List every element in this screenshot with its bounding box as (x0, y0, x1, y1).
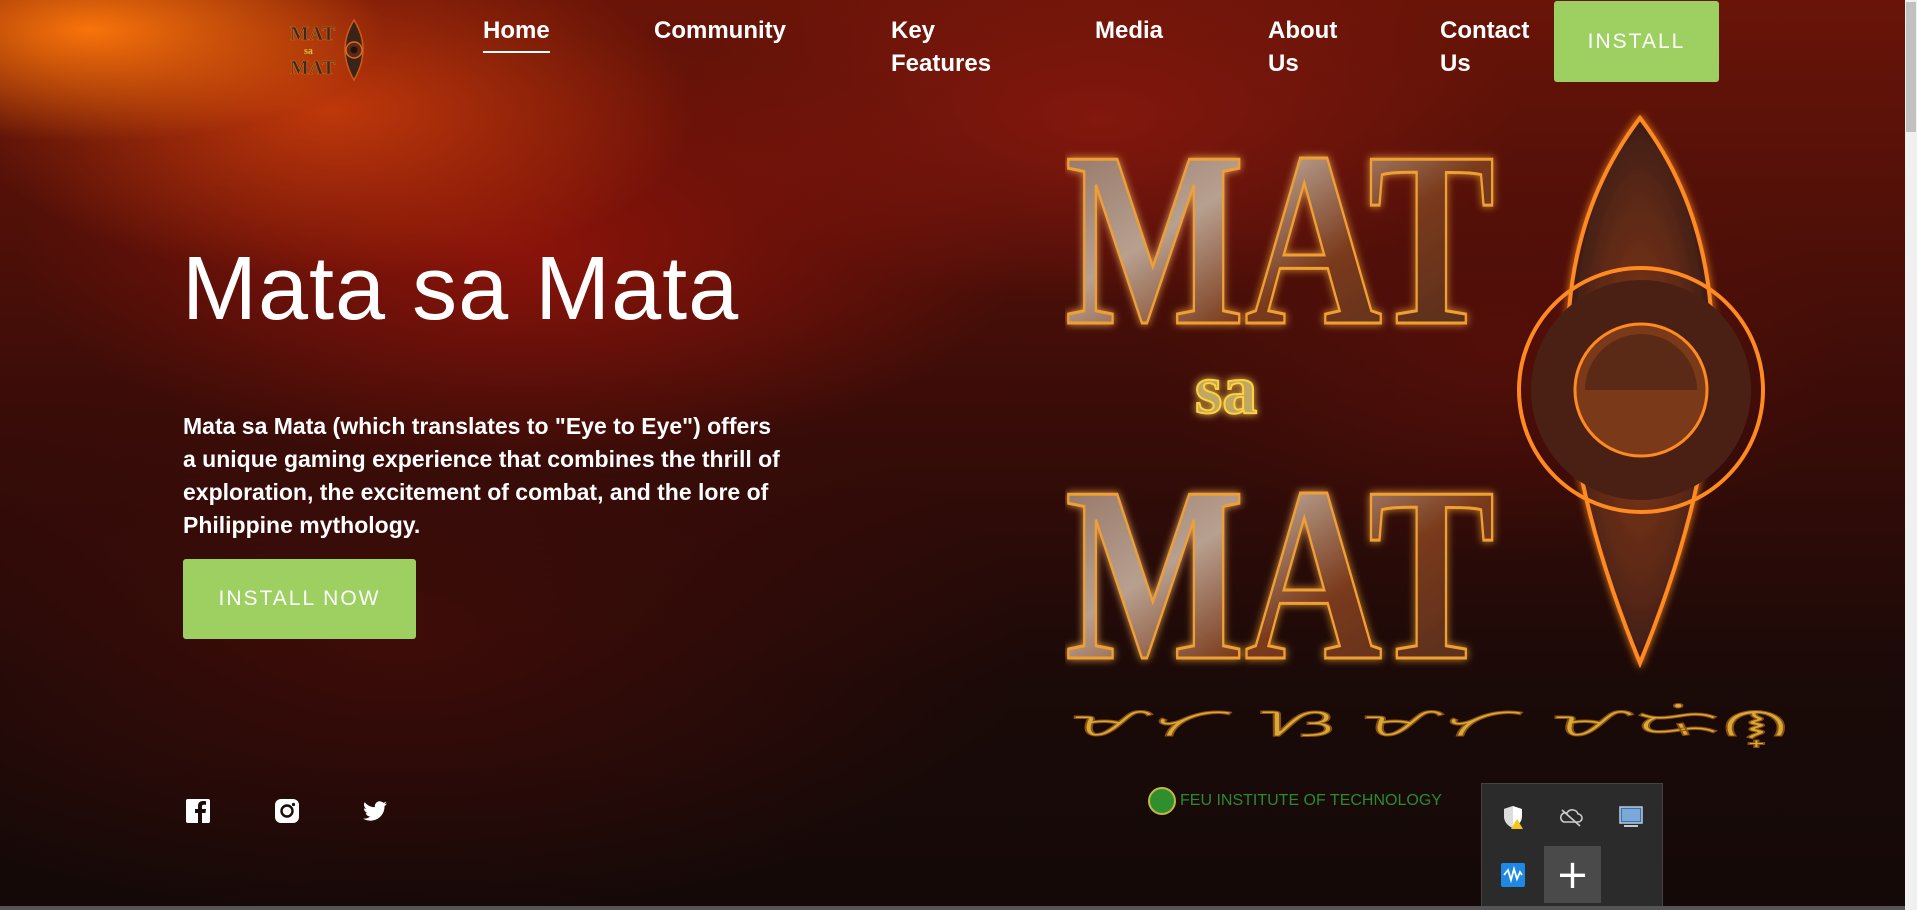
system-tray-overflow: + (1481, 783, 1663, 910)
nav-about-us[interactable]: About Us (1268, 14, 1358, 80)
windows-security-icon[interactable] (1500, 804, 1526, 830)
nav-key-features[interactable]: Key Features (891, 14, 1011, 80)
onedrive-offline-icon[interactable] (1558, 804, 1584, 830)
hero-description: Mata sa Mata (which translates to "Eye t… (183, 413, 780, 538)
svg-text:MAT: MAT (1065, 108, 1495, 378)
nav-home[interactable]: Home (483, 14, 550, 53)
feu-seal-icon (1148, 787, 1176, 815)
twitter-icon[interactable] (362, 798, 388, 824)
bottom-edge (0, 906, 1905, 910)
instagram-icon[interactable] (274, 798, 300, 824)
nav-media[interactable]: Media (1095, 14, 1163, 47)
facebook-icon[interactable] (185, 798, 211, 824)
site-logo[interactable]: MAT sa MAT (288, 14, 372, 84)
add-icon[interactable]: + (1544, 846, 1601, 903)
feu-institute-logo: FEU INSTITUTE OF TECHNOLOGY (1148, 787, 1442, 815)
svg-text:sa: sa (1195, 352, 1257, 429)
display-icon[interactable] (1618, 804, 1644, 830)
hero-title: Mata sa Mata (182, 239, 740, 339)
top-navigation: MAT sa MAT Home Community Key Features M… (0, 0, 1917, 90)
nav-community[interactable]: Community (654, 14, 786, 47)
game-logo: MAT sa MAT ᜋᜆ ᜐ ᜋᜆ ᜋᜍᜒᜈ᜔ (1065, 108, 1791, 748)
svg-text:MAT: MAT (290, 23, 336, 45)
feu-institute-label: FEU INSTITUTE OF TECHNOLOGY (1180, 792, 1442, 809)
audio-meter-icon[interactable] (1500, 862, 1526, 888)
page-scrollbar[interactable] (1905, 0, 1917, 910)
svg-text:ᜋᜆ ᜐ ᜋᜆ ᜋᜍᜒᜈ᜔: ᜋᜆ ᜐ ᜋᜆ ᜋᜍᜒᜈ᜔ (1070, 700, 1790, 748)
install-now-button[interactable]: INSTALL NOW (183, 559, 416, 639)
install-button[interactable]: INSTALL (1554, 1, 1719, 82)
svg-text:MAT: MAT (1065, 436, 1495, 713)
nav-contact-us[interactable]: Contact Us (1440, 14, 1540, 80)
svg-text:MAT: MAT (290, 57, 336, 79)
scrollbar-thumb[interactable] (1906, 2, 1916, 132)
svg-text:sa: sa (304, 46, 313, 57)
